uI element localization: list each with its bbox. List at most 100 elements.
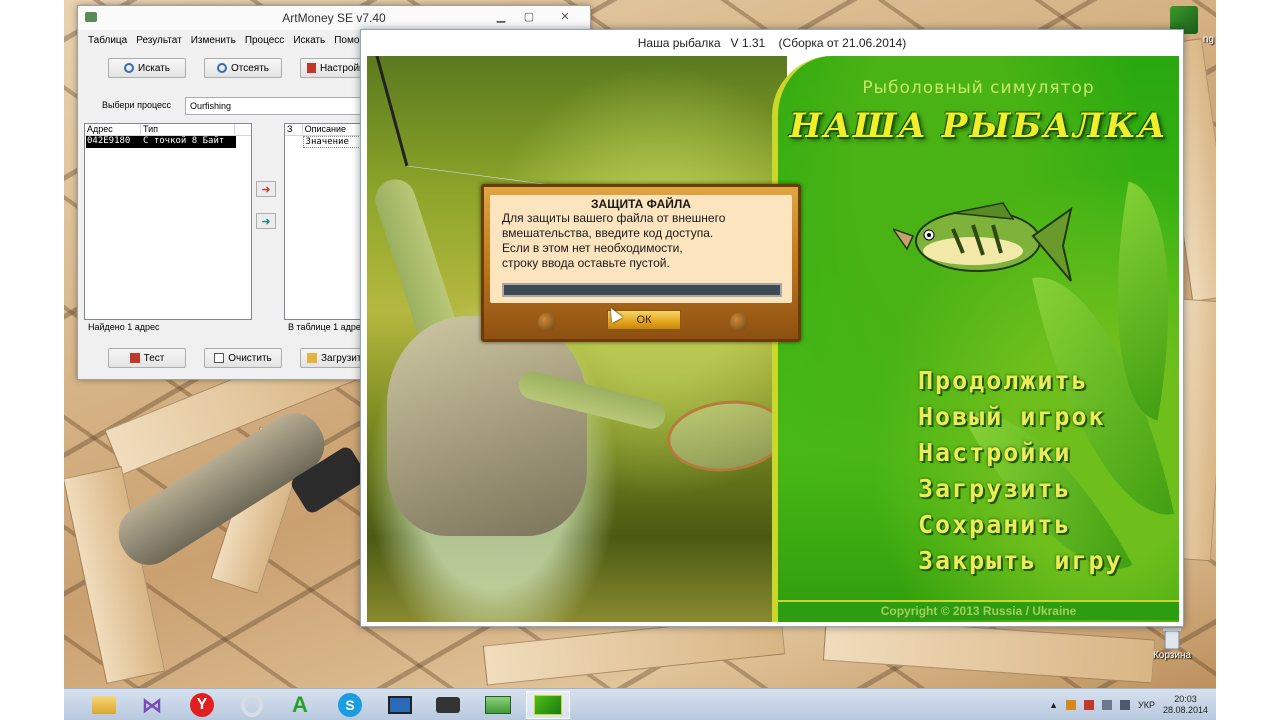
menu-new-player[interactable]: Новый игрок: [918, 402, 1123, 432]
taskbar-money-app[interactable]: [476, 691, 520, 719]
fishing-game-icon: [534, 695, 562, 715]
game-window-title: Наша рыбалка V 1.31 (Сборка от 21.06.201…: [637, 36, 907, 50]
angler-figure: [387, 316, 587, 536]
filter-button[interactable]: Отсеять: [204, 58, 282, 78]
dialog-text-line: строку ввода оставьте пустой.: [502, 256, 670, 270]
search-button[interactable]: Искать: [108, 58, 186, 78]
column-address[interactable]: Адрес: [85, 124, 141, 135]
game-titlebar[interactable]: Наша рыбалка V 1.31 (Сборка от 21.06.201…: [361, 30, 1183, 56]
letterbox-left: [0, 0, 64, 720]
menu-search[interactable]: Искать: [293, 35, 325, 46]
dialog-text-line: вмешательства, введите код доступа.: [502, 226, 714, 240]
arrow-right-icon: ➜: [261, 215, 271, 228]
system-tray: ▲ УКР 20:03 28.08.2014: [1049, 689, 1208, 720]
skype-icon: S: [338, 693, 362, 717]
menu-load[interactable]: Загрузить: [918, 474, 1123, 504]
main-menu: Продолжить Новый игрок Настройки Загрузи…: [918, 366, 1123, 576]
menu-settings[interactable]: Настройки: [918, 438, 1123, 468]
desktop-icon-label: ng: [1202, 34, 1214, 45]
row-address: 042E9180: [87, 136, 131, 146]
test-icon: [129, 353, 140, 363]
taskbar-monitor[interactable]: [378, 691, 422, 719]
move-right-button[interactable]: ➜: [256, 181, 276, 197]
transfer-buttons: ➜ ➜: [256, 181, 276, 245]
game-window[interactable]: Наша рыбалка V 1.31 (Сборка от 21.06.201…: [360, 29, 1184, 627]
arrow-right-icon: ➜: [261, 183, 271, 196]
decorative-ball-icon: [538, 313, 556, 331]
dialog-footer: ОК: [490, 307, 792, 333]
menu-table[interactable]: Таблица: [88, 35, 127, 46]
filter-button-label: Отсеять: [230, 62, 269, 74]
filter-icon: [216, 63, 227, 73]
saved-table-list[interactable]: З Описание Значение: [284, 123, 364, 320]
status-table: В таблице 1 адрес: [288, 322, 366, 332]
menu-result[interactable]: Результат: [136, 35, 181, 46]
flag-icon[interactable]: [1083, 700, 1094, 710]
close-button[interactable]: ✕: [544, 8, 586, 24]
table-row[interactable]: 042E9180 С точкой 8 Байт: [86, 136, 236, 148]
row-value: Значение: [302, 136, 363, 148]
search-button-label: Искать: [138, 62, 170, 74]
taskbar: ⋈ Y A S ▲ УКР 20:03 28.08.2014: [64, 688, 1216, 720]
minimize-button[interactable]: ▁: [488, 8, 514, 24]
menu-panel: Рыболовный симулятор НАША РЫБАЛКА Продол…: [772, 56, 1179, 622]
taskbar-camera[interactable]: [426, 691, 470, 719]
taskbar-skype[interactable]: S: [328, 691, 372, 719]
folder-icon: [92, 696, 116, 714]
dialog-title: ЗАЩИТА ФАЙЛА: [591, 197, 691, 211]
clear-icon: [214, 353, 225, 363]
search-results-list[interactable]: Адрес Тип 042E9180 С точкой 8 Байт: [84, 123, 252, 320]
taskbar-opera[interactable]: [230, 691, 274, 719]
maximize-button[interactable]: ▢: [516, 8, 542, 24]
search-icon: [124, 63, 135, 73]
clock[interactable]: 20:03 28.08.2014: [1163, 694, 1208, 716]
recycle-bin-label: Корзина: [1152, 650, 1192, 661]
row-freeze-cell: [285, 136, 303, 148]
taskbar-messenger[interactable]: ⋈: [130, 691, 174, 719]
table-row[interactable]: Значение: [285, 136, 363, 148]
process-combobox[interactable]: Ourfishing: [185, 97, 375, 115]
taskbar-explorer[interactable]: [82, 691, 126, 719]
file-protection-dialog: ЗАЩИТА ФАЙЛА Для защиты вашего файла от …: [481, 184, 801, 342]
dialog-text-line: Для защиты вашего файла от внешнего: [502, 211, 726, 225]
recycle-bin[interactable]: Корзина: [1142, 626, 1202, 661]
taskbar-yandex-browser[interactable]: Y: [180, 691, 224, 719]
clock-time: 20:03: [1174, 694, 1197, 704]
taskbar-artmoney[interactable]: A: [278, 691, 322, 719]
language-indicator[interactable]: УКР: [1138, 700, 1155, 710]
artmoney-titlebar[interactable]: ArtMoney SE v7.40 ▁ ▢ ✕: [78, 6, 590, 30]
menu-save[interactable]: Сохранить: [918, 510, 1123, 540]
artmoney-icon: A: [292, 692, 308, 717]
move-back-button[interactable]: ➜: [256, 213, 276, 229]
menu-process[interactable]: Процесс: [245, 35, 285, 46]
taskbar-fishing-game[interactable]: [526, 691, 570, 719]
clear-button[interactable]: Очистить: [204, 348, 282, 368]
row-type: С точкой 8 Байт: [143, 136, 225, 146]
clock-date: 28.08.2014: [1162, 705, 1208, 715]
column-freeze[interactable]: З: [285, 124, 303, 135]
folder-icon: [307, 353, 317, 363]
test-button[interactable]: Тест: [108, 348, 186, 368]
game-subtitle: Рыболовный симулятор: [862, 78, 1095, 98]
fish-icon: [893, 202, 1073, 282]
recycle-bin-icon: [1163, 628, 1181, 650]
yandex-browser-icon: Y: [190, 693, 214, 717]
menu-exit-game[interactable]: Закрыть игру: [918, 546, 1123, 576]
access-code-input[interactable]: [502, 283, 782, 297]
column-description[interactable]: Описание: [303, 124, 363, 135]
test-button-label: Тест: [143, 352, 165, 364]
process-label: Выбери процесс: [102, 100, 172, 110]
arrow-up-icon[interactable]: ▲: [1049, 700, 1058, 710]
results-header: Адрес Тип: [85, 124, 251, 136]
volume-icon[interactable]: [1119, 700, 1130, 710]
column-type[interactable]: Тип: [141, 124, 235, 135]
letterbox-right: [1216, 0, 1280, 720]
saved-table-header: З Описание: [285, 124, 363, 136]
decorative-ball-icon: [730, 313, 748, 331]
menu-continue[interactable]: Продолжить: [918, 366, 1123, 396]
network-icon[interactable]: [1101, 700, 1112, 710]
battery-icon[interactable]: [1065, 700, 1076, 710]
messenger-icon: ⋈: [142, 694, 162, 717]
game-logo: НАША РЫБАЛКА: [789, 106, 1168, 146]
menu-edit[interactable]: Изменить: [191, 35, 236, 46]
